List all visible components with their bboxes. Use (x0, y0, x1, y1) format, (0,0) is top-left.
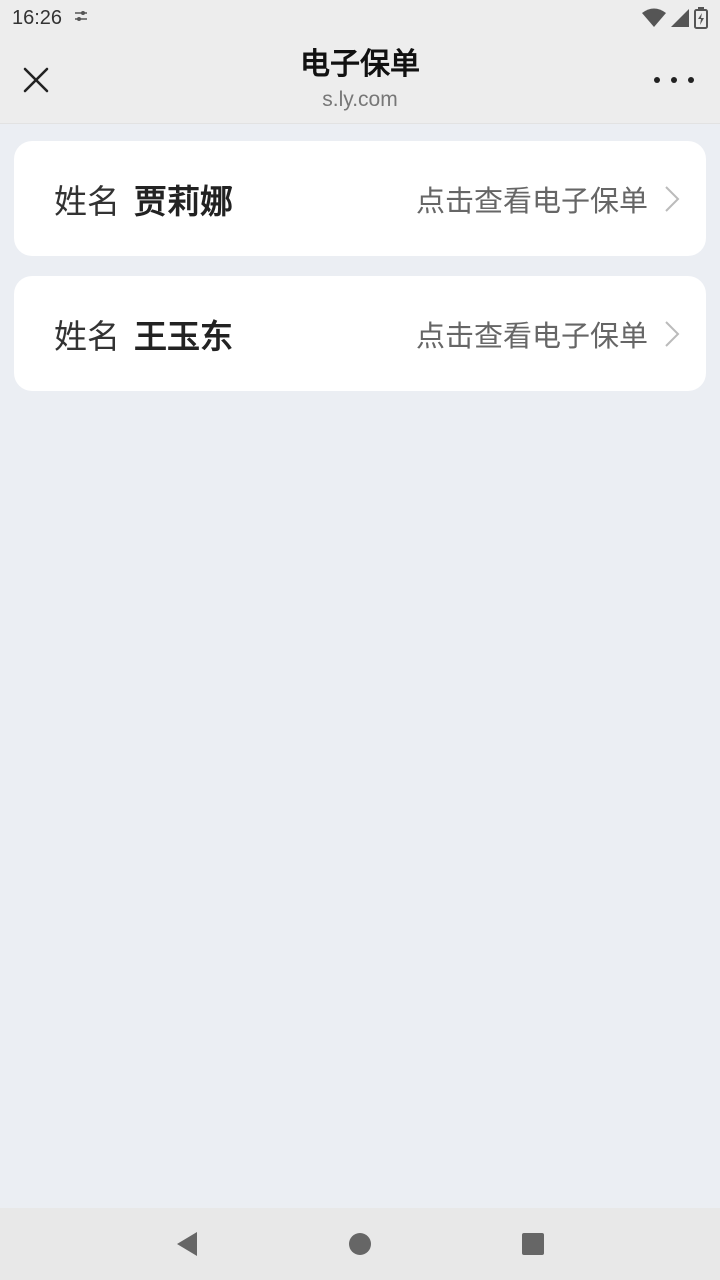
insured-name: 贾莉娜 (134, 181, 233, 221)
recents-button[interactable] (503, 1214, 563, 1274)
recents-icon (522, 1233, 545, 1255)
settings-slider-icon (74, 10, 88, 26)
back-icon (176, 1232, 197, 1256)
screen: 16:26 电子保单 s.ly.com 姓名 贾莉娜 点击查看电子保单 姓名 王… (0, 0, 720, 1280)
insured-name: 王玉东 (134, 316, 233, 356)
page-title: 电子保单 (300, 47, 420, 82)
view-policy-text: 点击查看电子保单 (415, 183, 648, 218)
policy-card[interactable]: 姓名 贾莉娜 点击查看电子保单 (14, 141, 706, 256)
status-icons (642, 7, 708, 29)
page-domain: s.ly.com (322, 88, 398, 111)
back-button[interactable] (157, 1214, 217, 1274)
home-button[interactable] (330, 1214, 390, 1274)
navigation-bar (0, 1208, 720, 1280)
home-icon (348, 1233, 371, 1255)
more-icon-dot (688, 77, 694, 83)
header: 电子保单 s.ly.com (0, 36, 720, 124)
policy-card[interactable]: 姓名 王玉东 点击查看电子保单 (14, 276, 706, 391)
status-bar: 16:26 (0, 0, 720, 36)
close-icon (23, 67, 49, 93)
chevron-right-icon (664, 320, 680, 348)
name-label: 姓名 (54, 316, 120, 356)
more-icon-dot (654, 77, 660, 83)
name-label: 姓名 (54, 181, 120, 221)
status-time: 16:26 (12, 6, 63, 29)
title-block: 电子保单 s.ly.com (160, 44, 560, 114)
view-policy-link[interactable]: 点击查看电子保单 (416, 313, 680, 355)
more-icon-dot (671, 77, 677, 83)
view-policy-text: 点击查看电子保单 (415, 318, 648, 353)
wifi-icon (642, 8, 666, 28)
signal-icon (670, 8, 690, 28)
chevron-right-icon (664, 185, 680, 213)
more-button[interactable] (654, 70, 694, 90)
close-button[interactable] (16, 60, 56, 100)
view-policy-link[interactable]: 点击查看电子保单 (416, 178, 680, 220)
battery-charging-icon (694, 7, 708, 29)
